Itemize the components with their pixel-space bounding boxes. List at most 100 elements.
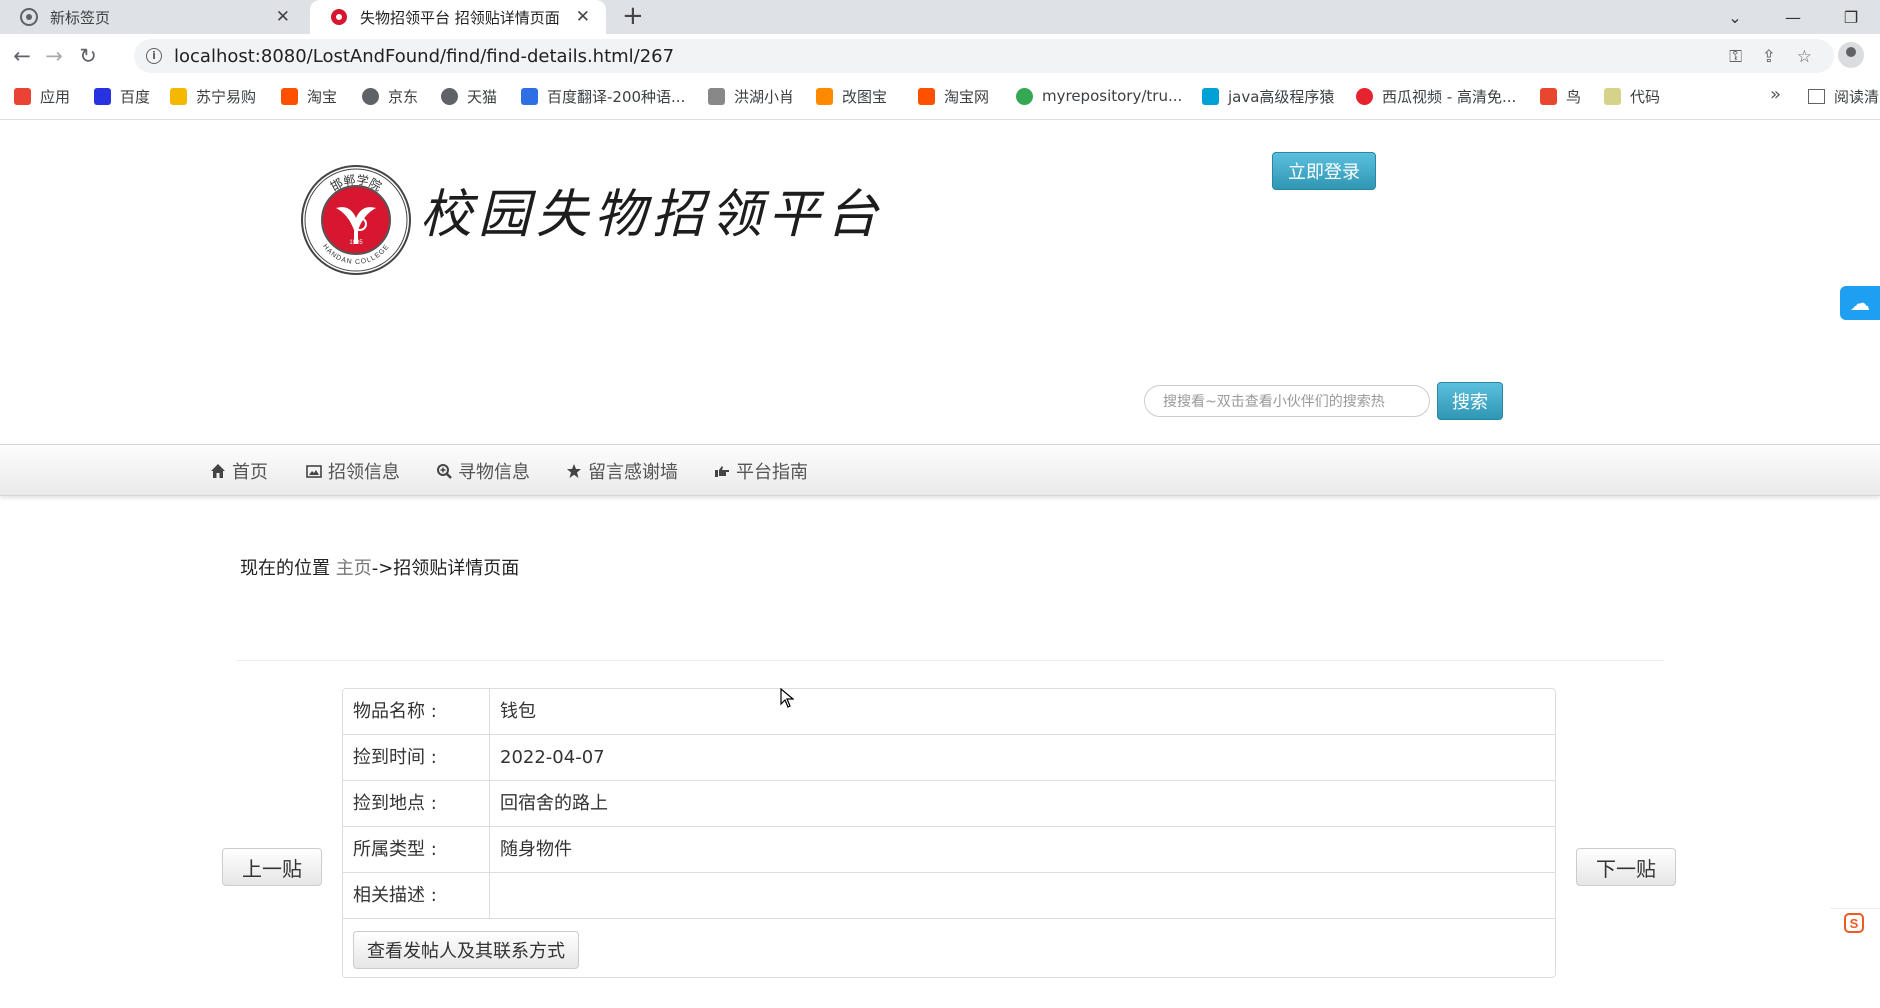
bookmark-item[interactable]: 代码 [1604, 78, 1660, 114]
bookmark-label: 百度翻译-200种语... [547, 87, 686, 106]
forward-arrow-icon[interactable]: → [42, 44, 66, 68]
url-text[interactable]: localhost:8080/LostAndFound/find/find-de… [174, 46, 674, 67]
bookmark-label: 应用 [40, 87, 71, 106]
nav-item-thanks-wall[interactable]: 留言感谢墙 [566, 445, 678, 497]
apps-grid-icon [14, 87, 31, 105]
bookmark-label: 苏宁易购 [196, 87, 257, 106]
nav-label: 平台指南 [736, 462, 808, 483]
breadcrumb-home-link[interactable]: 主页 [336, 558, 372, 579]
bilibili-tv-icon [1202, 87, 1219, 105]
bird-icon [1540, 87, 1557, 105]
bookmark-star-icon[interactable]: ☆ [1797, 47, 1812, 67]
floating-sogou-icon[interactable]: S [1830, 908, 1880, 936]
next-post-button[interactable]: 下一贴 [1576, 848, 1676, 886]
search-input[interactable]: 搜搜看~双击查看小伙伴们的搜索热 [1144, 385, 1430, 417]
bookmark-item[interactable]: 洪湖小肖 [708, 78, 794, 114]
column-divider [489, 689, 490, 735]
bookmark-item[interactable]: java高级程序猿 [1202, 78, 1334, 114]
bookmark-label: myrepository/tru... [1042, 87, 1183, 105]
bookmark-label: 京东 [388, 87, 419, 106]
column-divider [489, 827, 490, 873]
bookmark-item[interactable]: 天猫 [441, 78, 497, 114]
column-divider [489, 781, 490, 827]
item-details-table: 物品名称 : 钱包 捡到时间 : 2022-04-07 捡到地点 : 回宿舍的路… [342, 688, 1556, 978]
close-tab-icon[interactable]: ✕ [276, 8, 290, 26]
nav-item-lost-info[interactable]: 寻物信息 [436, 445, 530, 497]
tab-title: 失物招领平台 招领贴详情页面 [360, 8, 560, 27]
login-button[interactable]: 立即登录 [1272, 152, 1376, 190]
row-label: 捡到时间 : [353, 747, 437, 768]
breadcrumb-prefix: 现在的位置 [240, 558, 330, 579]
row-value: 随身物件 [500, 839, 572, 860]
row-value: 回宿舍的路上 [500, 793, 608, 814]
globe-icon [441, 87, 458, 105]
bookmark-item[interactable]: myrepository/tru... [1016, 78, 1182, 114]
tab-search-chevron-icon[interactable]: ⌄ [1706, 0, 1764, 34]
chrome-icon [1016, 87, 1033, 105]
bookmark-label: java高级程序猿 [1228, 87, 1335, 106]
view-contact-button[interactable]: 查看发帖人及其联系方式 [353, 931, 579, 969]
translate-icon [521, 87, 538, 105]
reload-icon[interactable]: ↻ [76, 44, 100, 68]
table-row: 相关描述 : [343, 873, 1555, 919]
back-arrow-icon[interactable]: ← [10, 44, 34, 68]
college-logo-favicon-icon [331, 9, 347, 25]
nav-item-home[interactable]: 首页 [210, 445, 268, 497]
row-label: 物品名称 : [353, 701, 437, 722]
bookmark-item[interactable]: 百度翻译-200种语... [521, 78, 685, 114]
suning-lion-icon [170, 87, 187, 105]
bookmark-item[interactable]: 西瓜视频 - 高清免... [1356, 78, 1516, 114]
bookmark-label: 洪湖小肖 [734, 87, 795, 106]
home-icon [211, 464, 225, 478]
site-title: 校园失物招领平台 [420, 185, 885, 245]
password-key-icon[interactable]: ⚿ [1729, 47, 1742, 67]
address-bar[interactable]: i localhost:8080/LostAndFound/find/find-… [134, 39, 1834, 73]
bookmark-item[interactable]: 京东 [362, 78, 418, 114]
row-value: 钱包 [500, 701, 536, 722]
taobao-icon [918, 87, 935, 105]
row-label: 所属类型 : [353, 839, 437, 860]
chrome-icon [20, 8, 38, 26]
tab-new-tab[interactable]: 新标签页 ✕ [0, 0, 306, 34]
minimize-icon[interactable]: — [1764, 0, 1822, 34]
reading-list-icon [1808, 88, 1825, 104]
close-tab-icon[interactable]: ✕ [576, 8, 590, 26]
zoom-in-icon [437, 464, 452, 479]
bookmark-item[interactable]: 百度 [94, 78, 150, 114]
breadcrumb-current: ->招领贴详情页面 [371, 558, 520, 579]
nav-label: 招领信息 [328, 462, 400, 483]
bookmark-label: 鸟 [1566, 87, 1582, 106]
bookmark-label: 百度 [120, 87, 151, 106]
reading-list[interactable]: 阅读清 [1808, 78, 1879, 114]
share-icon[interactable]: ⇪ [1762, 47, 1776, 67]
reading-list-label: 阅读清 [1834, 87, 1880, 106]
bookmark-item[interactable]: 应用 [14, 78, 70, 114]
mouse-cursor-icon [780, 688, 794, 708]
bookmark-item[interactable]: 鸟 [1540, 78, 1581, 114]
bookmark-item[interactable]: 淘宝 [281, 78, 337, 114]
table-row: 捡到时间 : 2022-04-07 [343, 735, 1555, 781]
column-divider [489, 735, 490, 781]
row-value: 2022-04-07 [500, 747, 605, 768]
picture-icon [306, 465, 322, 478]
row-label: 捡到地点 : [353, 793, 437, 814]
nav-label: 寻物信息 [458, 462, 530, 483]
new-tab-plus-icon[interactable]: + [622, 2, 644, 30]
bookmark-item[interactable]: 改图宝 [816, 78, 887, 114]
nav-item-found-info[interactable]: 招领信息 [306, 445, 400, 497]
search-button[interactable]: 搜索 [1437, 382, 1503, 420]
bookmark-item[interactable]: 淘宝网 [918, 78, 989, 114]
more-bookmarks-chevron[interactable]: » [1770, 84, 1781, 105]
main-nav: 首页 招领信息 寻物信息 留言感谢墙 平台指南 [0, 444, 1880, 496]
bookmark-item[interactable]: 苏宁易购 [170, 78, 256, 114]
side-cloud-widget-icon[interactable]: ☁ [1840, 286, 1880, 320]
site-info-icon[interactable]: i [146, 48, 162, 64]
profile-avatar[interactable] [1838, 42, 1864, 68]
table-row: 捡到地点 : 回宿舍的路上 [343, 781, 1555, 827]
column-divider [489, 873, 490, 919]
xigua-play-icon [1356, 87, 1373, 105]
restore-icon[interactable]: ❐ [1822, 0, 1880, 34]
previous-post-button[interactable]: 上一贴 [222, 848, 322, 886]
nav-item-guide[interactable]: 平台指南 [714, 445, 808, 497]
tab-lost-and-found[interactable]: 失物招领平台 招领贴详情页面 ✕ [310, 0, 606, 34]
